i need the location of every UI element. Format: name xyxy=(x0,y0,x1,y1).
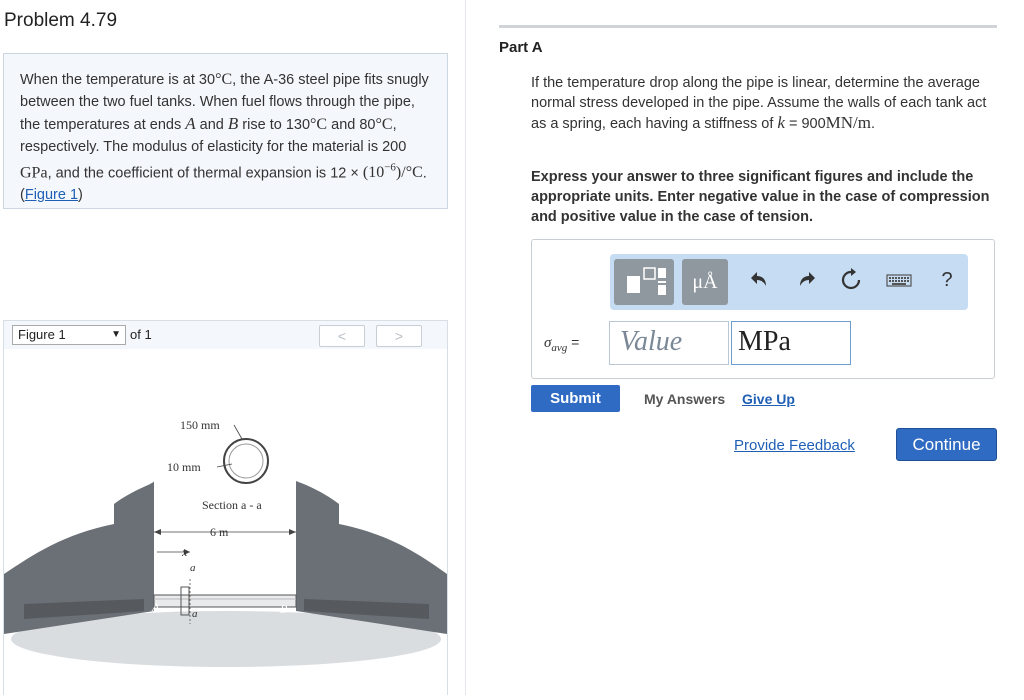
part-title: Part A xyxy=(499,39,543,56)
figure-nav-bar: Figure 1 ▼ of 1 < > xyxy=(3,320,448,350)
figure-area: 150 mm 10 mm Section a - a 6 m x a a A B xyxy=(3,349,448,695)
section-circle xyxy=(223,438,269,484)
end-b-label: B xyxy=(280,602,288,616)
problem-title: Problem 4.79 xyxy=(4,10,118,31)
provide-feedback-link[interactable]: Provide Feedback xyxy=(734,437,855,454)
submit-button[interactable]: Submit xyxy=(531,385,620,412)
my-answers-label: My Answers xyxy=(644,391,726,407)
prev-figure-button[interactable]: < xyxy=(319,325,365,347)
keyboard-icon[interactable] xyxy=(886,268,912,296)
dim-10-label: 10 mm xyxy=(167,460,201,474)
units-button[interactable]: μÅ xyxy=(682,259,728,305)
figure-link[interactable]: Figure 1 xyxy=(25,187,78,203)
pipe xyxy=(153,594,297,608)
sigma-avg-label: σavg = xyxy=(544,334,580,354)
help-button[interactable]: ? xyxy=(934,268,960,296)
part-divider xyxy=(499,25,997,28)
figure-count: of 1 xyxy=(130,327,152,342)
dim-6m-label: 6 m xyxy=(210,525,229,539)
right-panel: Part A If the temperature drop along the… xyxy=(466,0,1024,695)
fraction-template-icon xyxy=(627,267,666,295)
chevron-down-icon: ▼ xyxy=(111,329,121,340)
problem-statement: When the temperature is at 30°C, the A-3… xyxy=(3,53,448,209)
end-a-label: A xyxy=(151,600,160,614)
unit-input[interactable]: MPa xyxy=(731,321,851,365)
pipe-diagram: 150 mm 10 mm Section a - a 6 m x a a A B xyxy=(4,418,447,667)
reset-icon[interactable] xyxy=(838,268,864,296)
answer-box: μÅ ? σavg = Value MPa xyxy=(531,239,995,379)
figure-select[interactable]: Figure 1 ▼ xyxy=(12,325,126,345)
continue-button[interactable]: Continue xyxy=(896,428,997,461)
template-button[interactable] xyxy=(614,259,674,305)
value-input[interactable]: Value xyxy=(609,321,729,365)
section-label: Section a - a xyxy=(202,498,262,512)
undo-icon[interactable] xyxy=(748,268,774,296)
redo-icon[interactable] xyxy=(792,268,818,296)
question-text: If the temperature drop along the pipe i… xyxy=(531,75,987,132)
dim-150-label: 150 mm xyxy=(180,418,220,432)
math-toolbar: μÅ ? xyxy=(610,254,968,310)
answer-instructions: Express your answer to three significant… xyxy=(531,169,990,225)
next-figure-button[interactable]: > xyxy=(376,325,422,347)
left-panel: Problem 4.79 When the temperature is at … xyxy=(0,0,466,695)
give-up-link[interactable]: Give Up xyxy=(742,391,795,407)
x-label: x xyxy=(181,545,188,559)
a-label-top: a xyxy=(190,562,196,574)
a-label-bottom: a xyxy=(192,608,198,620)
